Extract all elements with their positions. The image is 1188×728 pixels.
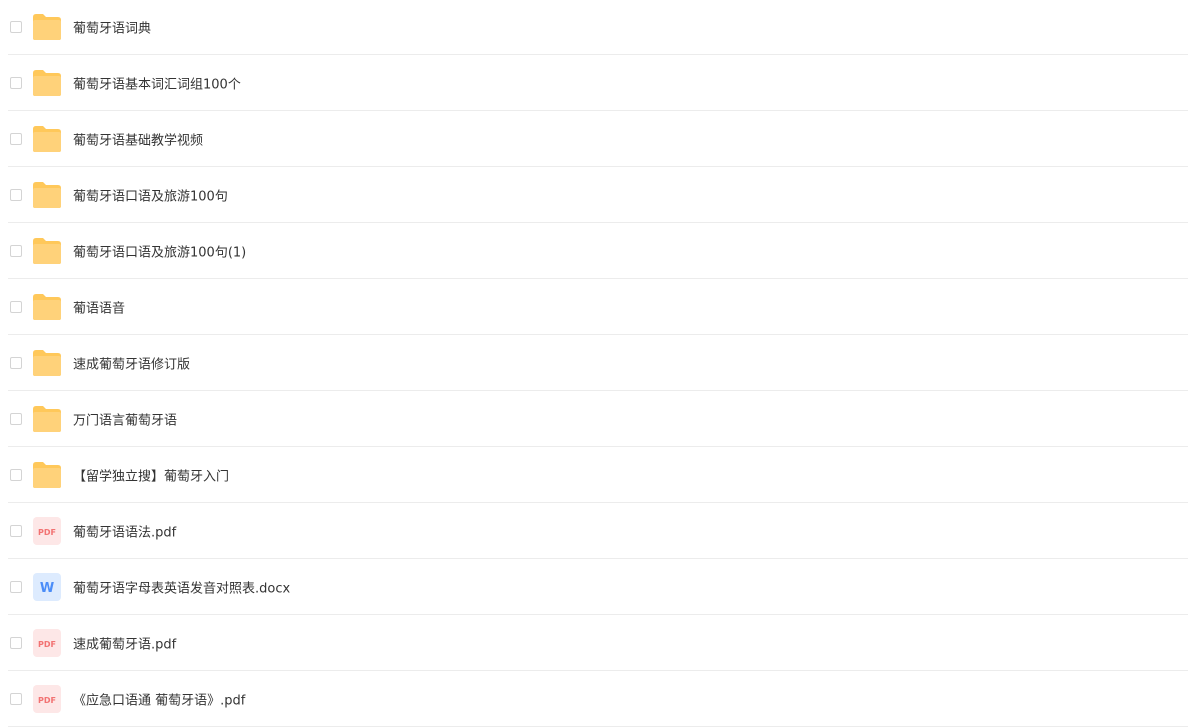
row-checkbox[interactable] bbox=[10, 189, 22, 201]
file-row-pdf[interactable]: PDF 《应急口语通 葡萄牙语》.pdf bbox=[8, 672, 1188, 727]
file-name[interactable]: 葡萄牙语词典 bbox=[73, 18, 151, 37]
file-name[interactable]: 【留学独立搜】葡萄牙入门 bbox=[73, 466, 229, 485]
file-row-folder[interactable]: 【留学独立搜】葡萄牙入门 bbox=[8, 448, 1188, 503]
pdf-icon-label: PDF bbox=[38, 696, 56, 705]
pdf-icon-label: PDF bbox=[38, 528, 56, 537]
folder-icon bbox=[32, 181, 62, 209]
file-name[interactable]: 万门语言葡萄牙语 bbox=[73, 410, 177, 429]
file-name[interactable]: 葡萄牙语字母表英语发音对照表.docx bbox=[73, 578, 290, 597]
file-row-folder[interactable]: 葡萄牙语口语及旅游100句 bbox=[8, 168, 1188, 223]
file-row-folder[interactable]: 万门语言葡萄牙语 bbox=[8, 392, 1188, 447]
file-row-folder[interactable]: 葡语语音 bbox=[8, 280, 1188, 335]
folder-icon bbox=[32, 405, 62, 433]
folder-icon bbox=[32, 461, 62, 489]
row-checkbox[interactable] bbox=[10, 693, 22, 705]
file-row-folder[interactable]: 葡萄牙语口语及旅游100句(1) bbox=[8, 224, 1188, 279]
row-checkbox[interactable] bbox=[10, 357, 22, 369]
row-checkbox[interactable] bbox=[10, 245, 22, 257]
file-name[interactable]: 速成葡萄牙语.pdf bbox=[73, 634, 176, 653]
folder-icon bbox=[32, 293, 62, 321]
file-name[interactable]: 《应急口语通 葡萄牙语》.pdf bbox=[73, 690, 245, 709]
file-row-docx[interactable]: W 葡萄牙语字母表英语发音对照表.docx bbox=[8, 560, 1188, 615]
pdf-icon: PDF bbox=[32, 629, 62, 657]
pdf-icon: PDF bbox=[32, 685, 62, 713]
row-checkbox[interactable] bbox=[10, 525, 22, 537]
folder-icon bbox=[32, 13, 62, 41]
file-row-folder[interactable]: 葡萄牙语基础教学视频 bbox=[8, 112, 1188, 167]
pdf-icon: PDF bbox=[32, 517, 62, 545]
file-row-folder[interactable]: 葡萄牙语词典 bbox=[8, 0, 1188, 55]
file-row-folder[interactable]: 速成葡萄牙语修订版 bbox=[8, 336, 1188, 391]
file-name[interactable]: 葡语语音 bbox=[73, 298, 125, 317]
word-icon: W bbox=[32, 573, 62, 601]
row-checkbox[interactable] bbox=[10, 133, 22, 145]
file-name[interactable]: 葡萄牙语口语及旅游100句(1) bbox=[73, 242, 246, 261]
folder-icon bbox=[32, 125, 62, 153]
pdf-icon-label: PDF bbox=[38, 640, 56, 649]
folder-icon bbox=[32, 349, 62, 377]
row-checkbox[interactable] bbox=[10, 637, 22, 649]
file-row-pdf[interactable]: PDF 速成葡萄牙语.pdf bbox=[8, 616, 1188, 671]
row-checkbox[interactable] bbox=[10, 581, 22, 593]
row-checkbox[interactable] bbox=[10, 77, 22, 89]
file-name[interactable]: 葡萄牙语口语及旅游100句 bbox=[73, 186, 228, 205]
row-checkbox[interactable] bbox=[10, 21, 22, 33]
file-name[interactable]: 葡萄牙语基础教学视频 bbox=[73, 130, 203, 149]
file-row-folder[interactable]: 葡萄牙语基本词汇词组100个 bbox=[8, 56, 1188, 111]
word-icon-label: W bbox=[40, 581, 54, 596]
folder-icon bbox=[32, 237, 62, 265]
file-list: 葡萄牙语词典 葡萄牙语基本词汇词组100个 葡萄牙语基础教学视频 葡萄牙语口语及… bbox=[0, 0, 1188, 728]
row-checkbox[interactable] bbox=[10, 301, 22, 313]
row-checkbox[interactable] bbox=[10, 469, 22, 481]
row-checkbox[interactable] bbox=[10, 413, 22, 425]
file-row-pdf[interactable]: PDF 葡萄牙语语法.pdf bbox=[8, 504, 1188, 559]
file-name[interactable]: 葡萄牙语语法.pdf bbox=[73, 522, 176, 541]
folder-icon bbox=[32, 69, 62, 97]
file-name[interactable]: 速成葡萄牙语修订版 bbox=[73, 354, 190, 373]
file-name[interactable]: 葡萄牙语基本词汇词组100个 bbox=[73, 74, 241, 93]
